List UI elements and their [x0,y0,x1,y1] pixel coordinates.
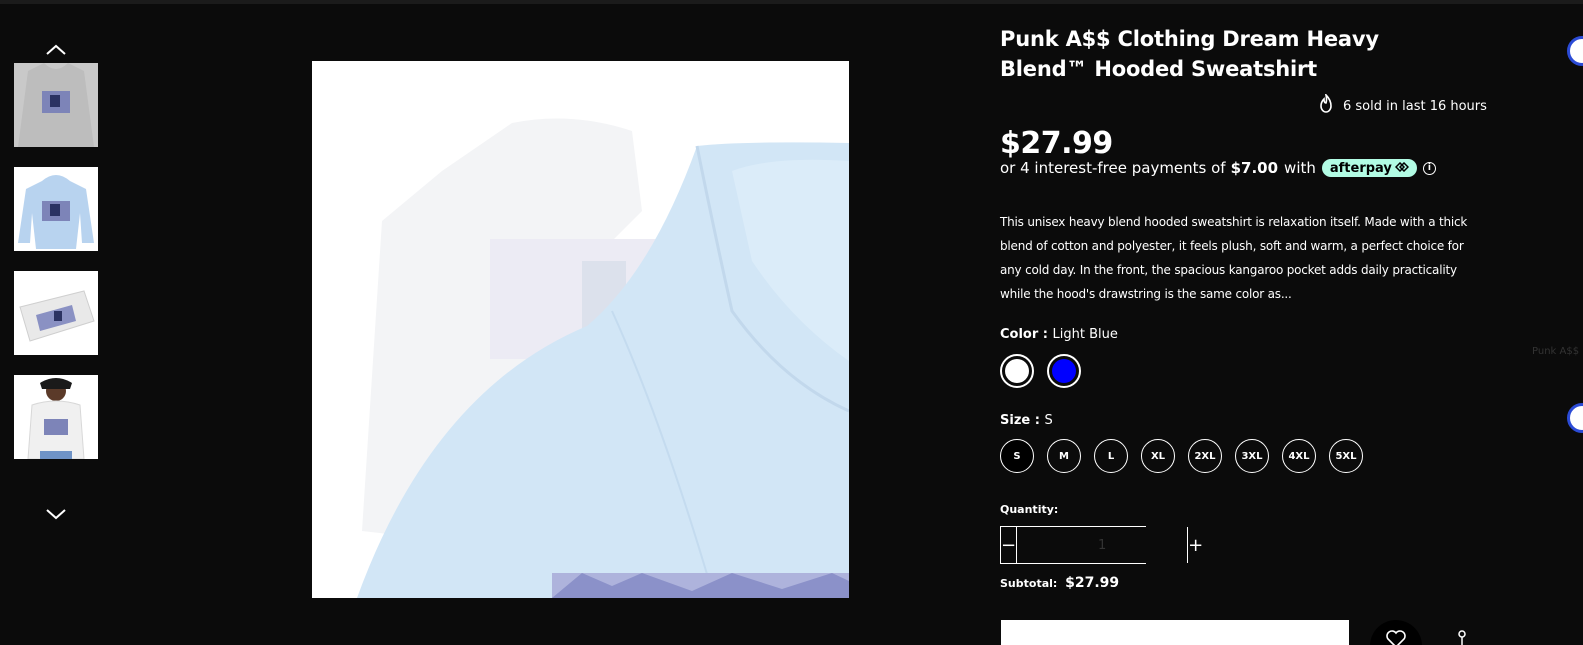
size-option-2xl[interactable]: 2XL [1188,439,1222,473]
edge-text: Punk A$$ [1532,346,1580,357]
info-icon[interactable]: i [1422,161,1436,175]
main-product-image[interactable] [312,61,849,598]
product-description: This unisex heavy blend hooded sweatshir… [1000,215,1468,301]
subtotal-value: $27.99 [1065,575,1120,591]
floating-edge-button[interactable] [1567,36,1583,66]
thumb-model-hoodie[interactable] [14,375,98,459]
size-option-xl[interactable]: XL [1141,439,1175,473]
color-label: Color : Light Blue [1000,327,1118,342]
size-selected-value: S [1044,413,1053,428]
size-option-s[interactable]: S [1000,439,1034,473]
size-option-m[interactable]: M [1047,439,1081,473]
sold-text: 6 sold in last 16 hours [1343,98,1487,114]
product-info: Punk A$$ Clothing Dream Heavy Blend™ Hoo… [1000,24,1487,645]
color-label-text: Color : [1000,327,1048,342]
add-to-cart-button[interactable] [1001,620,1349,645]
wishlist-button[interactable] [1370,620,1422,645]
floating-edge-button[interactable] [1567,403,1583,433]
flame-icon [1317,92,1335,118]
size-option-4xl[interactable]: 4XL [1282,439,1316,473]
size-option-3xl[interactable]: 3XL [1235,439,1269,473]
share-icon[interactable] [1455,628,1469,645]
thumb-folded-hoodie[interactable] [14,271,98,355]
color-selected-value: Light Blue [1052,327,1118,342]
size-option-l[interactable]: L [1094,439,1128,473]
subtotal-label: Subtotal: [1000,577,1058,590]
afterpay-badge[interactable]: afterpay [1321,159,1417,177]
afterpay-label: afterpay [1329,160,1392,176]
chevron-down-icon[interactable] [44,502,68,526]
installments-prefix: or 4 interest-free payments of [1000,159,1226,177]
installments-suffix: with [1284,159,1316,177]
heart-icon [1386,630,1406,645]
afterpay-logo-icon [1394,161,1409,176]
quantity-label: Quantity: [1000,503,1059,516]
swatch-fill [1005,359,1029,383]
color-swatch-white[interactable] [1000,354,1034,388]
subtotal: Subtotal: $27.99 [1000,575,1119,591]
thumb-light-blue-hoodie[interactable] [14,167,98,251]
product-title: Punk A$$ Clothing Dream Heavy Blend™ Hoo… [1000,27,1379,81]
quantity-plus-button[interactable]: + [1188,527,1203,563]
quantity-stepper: − + [1000,526,1203,564]
color-swatch-blue[interactable] [1047,354,1081,388]
chevron-up-icon[interactable] [44,38,68,62]
swatch-fill [1052,359,1076,383]
quantity-input[interactable] [1016,527,1189,563]
sold-indicator: 6 sold in last 16 hours [1317,92,1487,118]
quantity-minus-button[interactable]: − [1001,527,1016,563]
installments-amount: $7.00 [1230,159,1279,177]
thumb-grey-hoodie[interactable] [14,63,98,147]
top-border [0,0,1583,4]
size-label-text: Size : [1000,413,1040,428]
installments-line: or 4 interest-free payments of $7.00 wit… [1000,159,1436,177]
size-option-5xl[interactable]: 5XL [1329,439,1363,473]
product-price: $27.99 [1000,126,1113,161]
size-label: Size : S [1000,413,1053,428]
